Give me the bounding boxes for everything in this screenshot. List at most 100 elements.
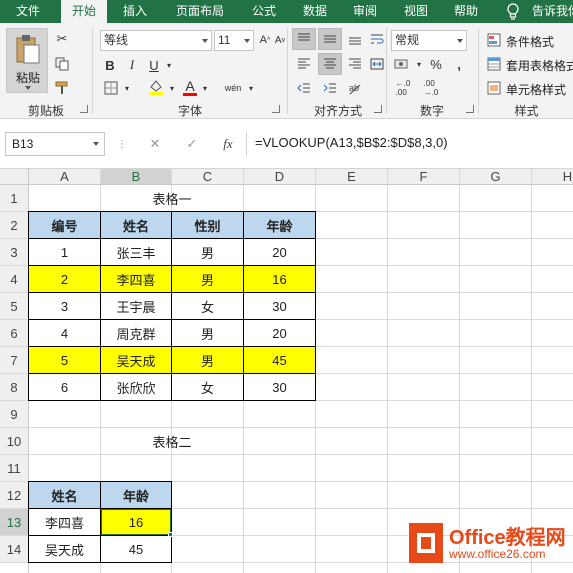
select-all-corner[interactable] bbox=[0, 169, 28, 184]
row-header-8[interactable]: 8 bbox=[0, 374, 28, 400]
clipboard-launcher[interactable] bbox=[80, 105, 88, 113]
cut-icon[interactable]: ✂ bbox=[53, 30, 71, 48]
enter-icon[interactable]: ✓ bbox=[182, 134, 202, 154]
column-header-h[interactable]: H bbox=[532, 169, 573, 184]
name-box[interactable]: B13 bbox=[5, 132, 105, 156]
tab-data[interactable]: 数据 bbox=[295, 0, 335, 23]
fill-handle[interactable] bbox=[168, 532, 173, 537]
phonetic-dropdown-icon[interactable]: ▾ bbox=[246, 79, 256, 97]
table1-cell[interactable]: 男 bbox=[172, 320, 243, 346]
tab-insert[interactable]: 插入 bbox=[115, 0, 155, 23]
row-header-4[interactable]: 4 bbox=[0, 266, 28, 292]
table1-cell[interactable]: 女 bbox=[172, 293, 243, 319]
table1-cell[interactable]: 周克群 bbox=[101, 320, 171, 346]
number-launcher[interactable] bbox=[466, 105, 474, 113]
table2-cell[interactable]: 吴天成 bbox=[29, 536, 100, 562]
row-header-5[interactable]: 5 bbox=[0, 293, 28, 319]
wrap-text-icon[interactable] bbox=[368, 30, 386, 48]
row-header-1[interactable]: 1 bbox=[0, 185, 28, 211]
number-format-combo[interactable]: 常规 bbox=[391, 30, 467, 51]
conditional-format-button[interactable]: 条件格式 bbox=[506, 33, 554, 50]
copy-icon[interactable] bbox=[53, 55, 71, 73]
bold-button[interactable]: B bbox=[102, 56, 118, 74]
row-header-14[interactable]: 14 bbox=[0, 536, 28, 562]
table1-cell[interactable]: 2 bbox=[29, 266, 100, 292]
table1-cell[interactable]: 3 bbox=[29, 293, 100, 319]
cell-style-button[interactable]: 单元格样式 bbox=[506, 81, 566, 98]
insert-function-icon[interactable]: fx bbox=[218, 134, 238, 154]
row-header-3[interactable]: 3 bbox=[0, 239, 28, 265]
percent-button[interactable]: % bbox=[428, 55, 444, 73]
italic-button[interactable]: I bbox=[124, 56, 140, 74]
align-right-icon[interactable] bbox=[345, 55, 365, 73]
align-left-icon[interactable] bbox=[294, 55, 314, 73]
fill-color-dropdown-icon[interactable]: ▾ bbox=[167, 79, 177, 97]
borders-dropdown-icon[interactable]: ▾ bbox=[122, 79, 132, 97]
decrease-font-icon[interactable]: Av bbox=[273, 32, 287, 48]
font-name-combo[interactable]: 等线 bbox=[100, 30, 212, 51]
row-header-6[interactable]: 6 bbox=[0, 320, 28, 346]
decrease-decimal-icon[interactable]: .00 →.0 bbox=[420, 79, 442, 97]
accounting-format-icon[interactable] bbox=[392, 55, 414, 73]
table1-cell[interactable]: 张欣欣 bbox=[101, 374, 171, 400]
table1-cell[interactable]: 4 bbox=[29, 320, 100, 346]
comma-style-button[interactable]: , bbox=[452, 55, 466, 73]
row-header-10[interactable]: 10 bbox=[0, 428, 28, 454]
table1-cell[interactable]: 1 bbox=[29, 239, 100, 265]
row-header-12[interactable]: 12 bbox=[0, 482, 28, 508]
font-launcher[interactable] bbox=[272, 105, 280, 113]
table1-title[interactable]: 表格一 bbox=[29, 185, 315, 211]
orientation-icon[interactable]: ab bbox=[345, 79, 365, 97]
bottom-align-icon[interactable] bbox=[345, 30, 365, 48]
tab-file[interactable]: 文件 bbox=[8, 0, 48, 23]
middle-align-icon[interactable] bbox=[320, 30, 340, 48]
column-header-g[interactable]: G bbox=[460, 169, 531, 184]
tell-me-search[interactable]: 告诉我你 bbox=[532, 0, 573, 23]
row-header-11[interactable]: 11 bbox=[0, 455, 28, 481]
table1-cell[interactable]: 女 bbox=[172, 374, 243, 400]
cell-style-icon[interactable] bbox=[486, 80, 502, 96]
table1-cell[interactable]: 16 bbox=[244, 266, 315, 292]
row-header-13[interactable]: 13 bbox=[0, 509, 28, 535]
table1-cell[interactable]: 6 bbox=[29, 374, 100, 400]
column-header-b[interactable]: B bbox=[101, 169, 171, 184]
table-format-button[interactable]: 套用表格格式 bbox=[506, 57, 573, 74]
accounting-dropdown-icon[interactable]: ▾ bbox=[414, 55, 424, 73]
fill-color-icon[interactable] bbox=[146, 77, 166, 97]
column-header-c[interactable]: C bbox=[172, 169, 243, 184]
table2-cell[interactable]: 45 bbox=[101, 536, 171, 562]
row-header-9[interactable]: 9 bbox=[0, 401, 28, 427]
paste-button[interactable]: 粘贴 bbox=[6, 28, 48, 93]
table1-cell[interactable]: 5 bbox=[29, 347, 100, 373]
row-header-2[interactable]: 2 bbox=[0, 212, 28, 238]
tab-review[interactable]: 审阅 bbox=[345, 0, 385, 23]
table2-header-cell[interactable]: 姓名 bbox=[29, 482, 100, 508]
table2-cell[interactable]: 李四喜 bbox=[29, 509, 100, 535]
column-header-e[interactable]: E bbox=[316, 169, 387, 184]
top-align-icon[interactable] bbox=[294, 30, 314, 48]
table1-cell[interactable]: 李四喜 bbox=[101, 266, 171, 292]
conditional-format-icon[interactable] bbox=[486, 32, 502, 48]
tab-home[interactable]: 开始 bbox=[61, 0, 107, 23]
borders-icon[interactable] bbox=[102, 79, 120, 97]
table-format-icon[interactable] bbox=[486, 56, 502, 72]
column-header-f[interactable]: F bbox=[388, 169, 459, 184]
worksheet-grid[interactable]: A B C D E F G H 1 2 3 4 5 6 7 8 9 10 11 12 13 14 表格一 编号 姓名 性别 年龄 1 张… bbox=[0, 169, 573, 573]
tab-page-layout[interactable]: 页面布局 bbox=[168, 0, 232, 23]
table1-cell[interactable]: 男 bbox=[172, 266, 243, 292]
table1-cell[interactable]: 30 bbox=[244, 293, 315, 319]
formula-input[interactable]: =VLOOKUP(A13,$B$2:$D$8,3,0) bbox=[246, 132, 573, 156]
table1-header-cell[interactable]: 编号 bbox=[29, 212, 100, 238]
tab-view[interactable]: 视图 bbox=[396, 0, 436, 23]
row-header-7[interactable]: 7 bbox=[0, 347, 28, 373]
increase-decimal-icon[interactable]: ←.0.00 bbox=[392, 79, 414, 97]
align-center-icon[interactable] bbox=[320, 55, 340, 73]
underline-dropdown-icon[interactable]: ▾ bbox=[164, 56, 174, 74]
table2-header-cell[interactable]: 年龄 bbox=[101, 482, 171, 508]
table1-cell[interactable]: 20 bbox=[244, 239, 315, 265]
table1-cell[interactable]: 张三丰 bbox=[101, 239, 171, 265]
table1-header-cell[interactable]: 性别 bbox=[172, 212, 243, 238]
increase-font-icon[interactable]: A ^ bbox=[258, 32, 272, 48]
table1-cell[interactable]: 吴天成 bbox=[101, 347, 171, 373]
tab-help[interactable]: 帮助 bbox=[446, 0, 486, 23]
